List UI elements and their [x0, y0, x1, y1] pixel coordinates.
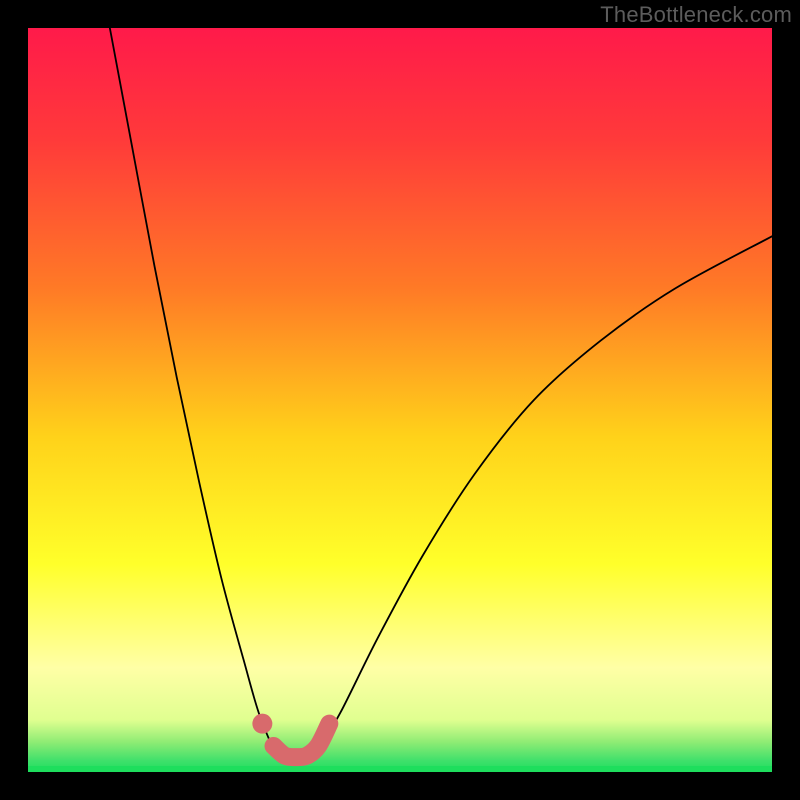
watermark-text: TheBottleneck.com: [600, 2, 792, 28]
marker-dot: [252, 714, 272, 734]
chart-frame: TheBottleneck.com: [0, 0, 800, 800]
chart-svg: [28, 28, 772, 772]
gradient-background: [28, 28, 772, 772]
plot-area: [28, 28, 772, 772]
baseline-band: [28, 766, 772, 772]
